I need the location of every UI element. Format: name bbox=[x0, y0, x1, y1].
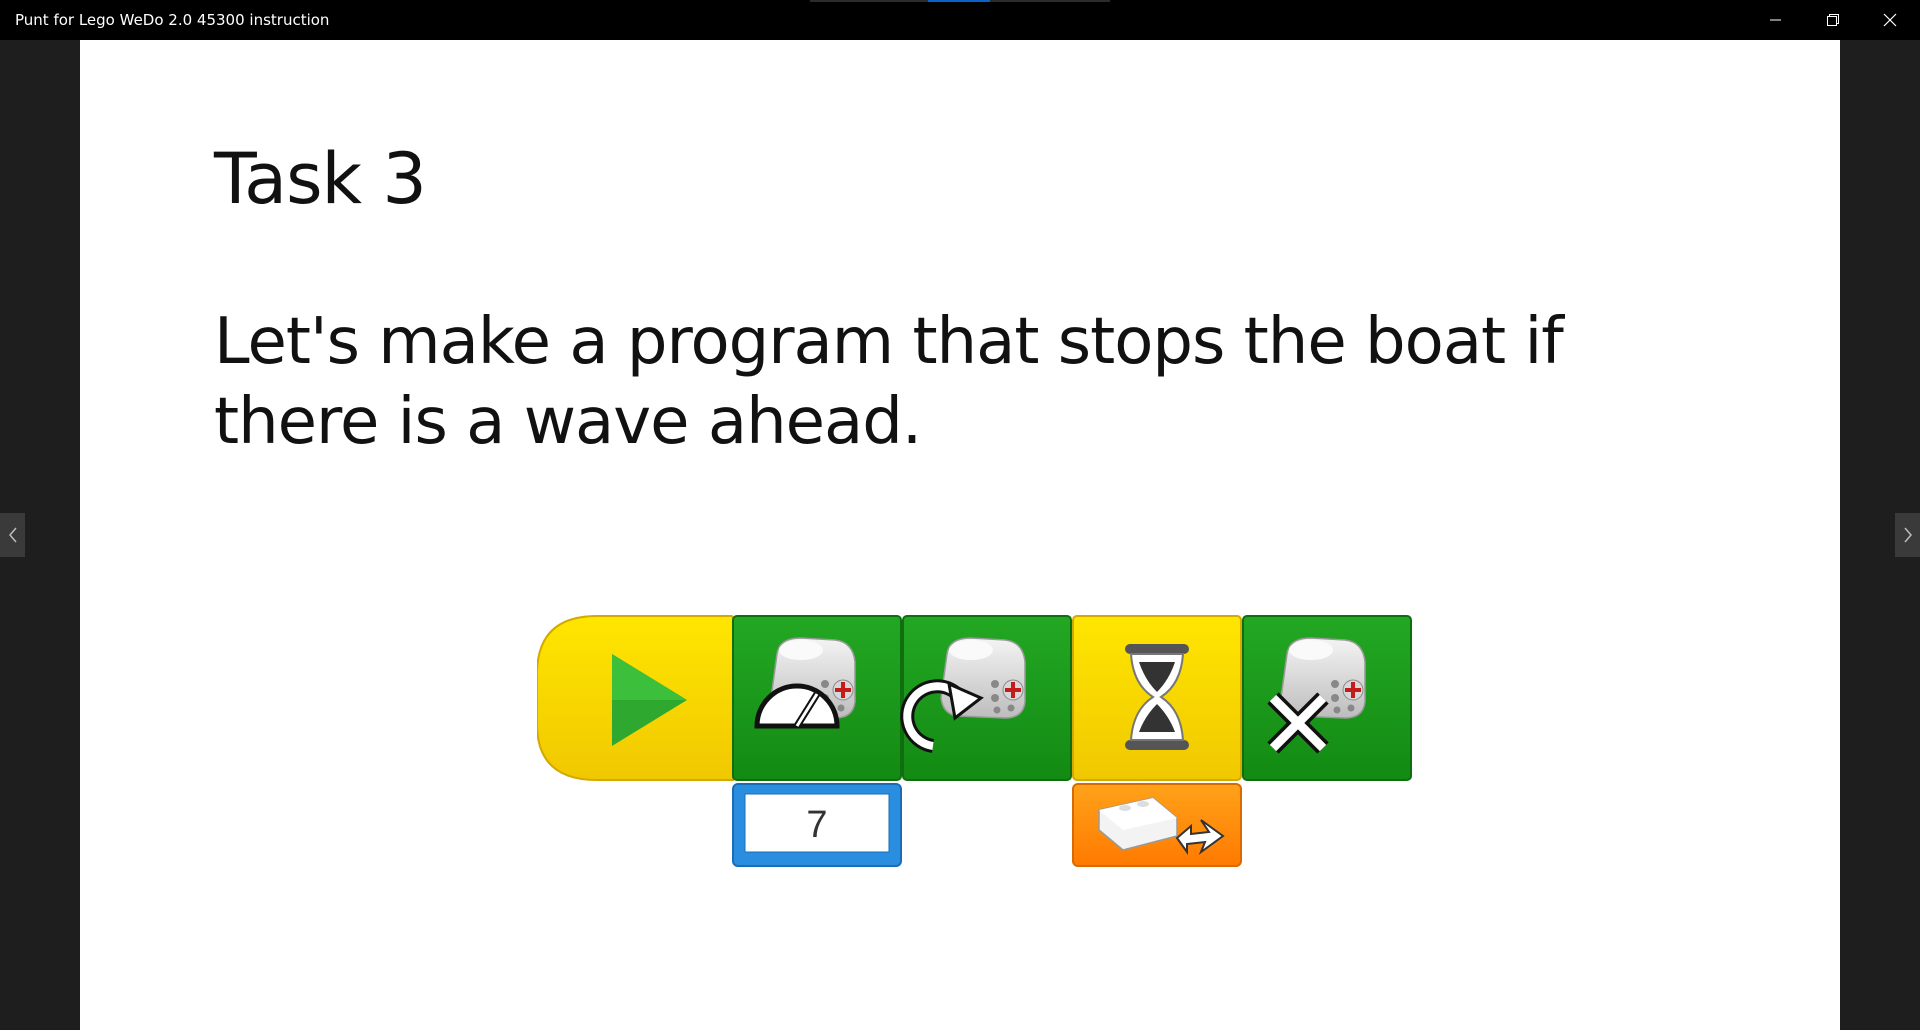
motor-power-block[interactable]: 7 bbox=[732, 615, 902, 867]
start-block[interactable] bbox=[537, 615, 734, 781]
minimize-button[interactable] bbox=[1748, 0, 1804, 40]
slide-body-text: Let's make a program that stops the boat… bbox=[214, 305, 1564, 459]
chevron-left-icon bbox=[8, 527, 17, 543]
previous-slide-button[interactable] bbox=[0, 513, 25, 557]
tilt-sensor-input[interactable] bbox=[1072, 783, 1242, 867]
slide: Task 3 Let's make a program that stops t… bbox=[80, 40, 1840, 1030]
title-bar: Punt for Lego WeDo 2.0 45300 instruction bbox=[0, 0, 1920, 40]
chevron-right-icon bbox=[1903, 527, 1912, 543]
close-icon bbox=[1883, 13, 1897, 27]
restore-icon bbox=[1827, 14, 1839, 26]
motor-stop-block[interactable] bbox=[1242, 615, 1412, 781]
motor-direction-block[interactable] bbox=[900, 615, 1072, 781]
window-title: Punt for Lego WeDo 2.0 45300 instruction bbox=[15, 11, 330, 29]
speed-value: 7 bbox=[806, 804, 827, 846]
title-bar-indicator bbox=[810, 0, 1110, 2]
restore-button[interactable] bbox=[1805, 0, 1861, 40]
slide-title: Task 3 bbox=[214, 138, 427, 220]
minimize-icon bbox=[1770, 19, 1781, 21]
speed-input[interactable]: 7 bbox=[732, 783, 902, 867]
next-slide-button[interactable] bbox=[1895, 513, 1920, 557]
wedo-program: 7 bbox=[537, 615, 1412, 867]
wait-block[interactable] bbox=[1072, 615, 1242, 867]
close-button[interactable] bbox=[1862, 0, 1918, 40]
